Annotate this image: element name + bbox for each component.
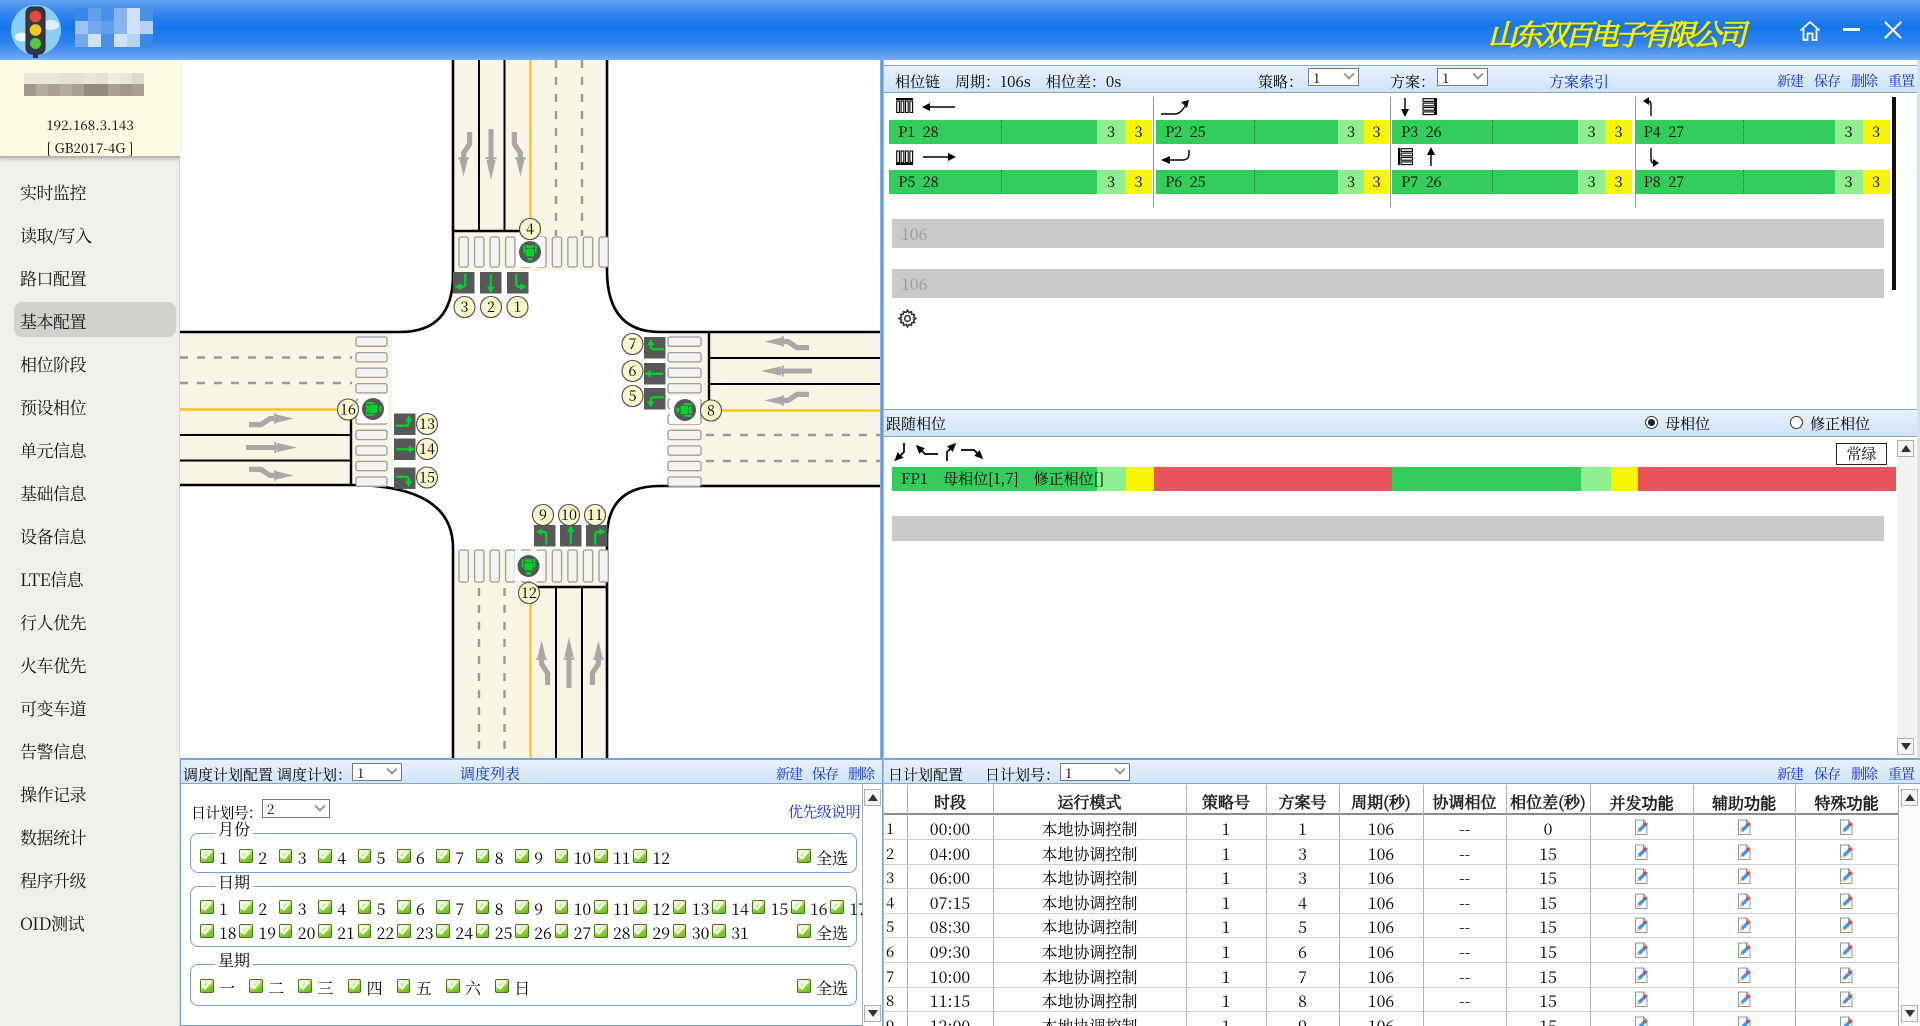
svg-text:13: 13 bbox=[419, 413, 435, 434]
svg-text:10: 10 bbox=[561, 504, 577, 525]
svg-text:3: 3 bbox=[461, 296, 469, 317]
svg-text:12: 12 bbox=[521, 582, 537, 603]
svg-text:8: 8 bbox=[707, 400, 715, 421]
svg-text:11: 11 bbox=[587, 504, 603, 525]
svg-text:2: 2 bbox=[487, 296, 495, 317]
svg-text:9: 9 bbox=[539, 504, 547, 525]
svg-text:1: 1 bbox=[514, 296, 522, 317]
svg-text:14: 14 bbox=[419, 438, 435, 459]
svg-text:4: 4 bbox=[526, 218, 534, 239]
svg-text:6: 6 bbox=[629, 360, 637, 381]
svg-text:5: 5 bbox=[629, 385, 637, 406]
svg-text:16: 16 bbox=[340, 399, 356, 420]
svg-text:7: 7 bbox=[629, 333, 637, 354]
svg-text:15: 15 bbox=[419, 467, 435, 488]
